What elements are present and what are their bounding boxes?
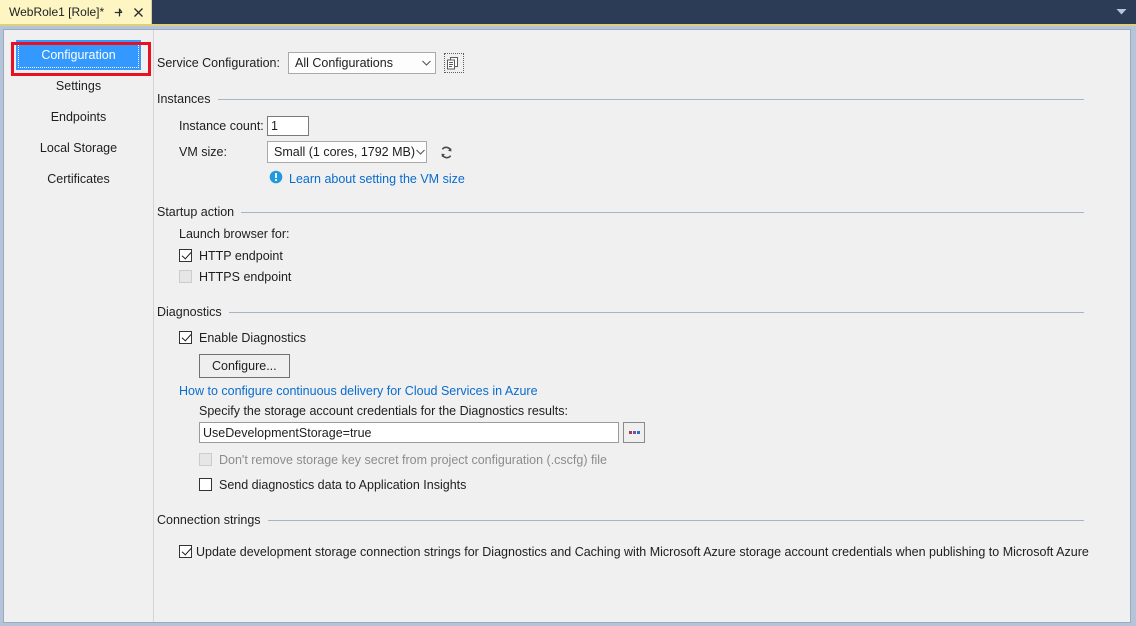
- close-icon[interactable]: [132, 5, 144, 19]
- service-configuration-value: All Configurations: [295, 56, 418, 70]
- window-frame: Configuration Settings Endpoints Local S…: [0, 26, 1136, 626]
- http-endpoint-label: HTTP endpoint: [199, 249, 283, 263]
- title-bar: WebRole1 [Role]*: [0, 0, 1136, 24]
- chevron-down-icon: [415, 149, 426, 155]
- storage-credentials-input[interactable]: UseDevelopmentStorage=true: [199, 422, 619, 443]
- section-title: Instances: [157, 92, 211, 106]
- configure-button-wrap: Configure...: [179, 354, 1130, 378]
- app-insights-label: Send diagnostics data to Application Ins…: [219, 478, 466, 492]
- tab-title: WebRole1 [Role]*: [9, 5, 104, 19]
- dont-remove-key-checkbox[interactable]: [199, 453, 212, 466]
- instance-count-label: Instance count:: [179, 119, 267, 133]
- http-endpoint-checkbox-row[interactable]: HTTP endpoint: [179, 245, 1130, 266]
- section-title: Diagnostics: [157, 305, 222, 319]
- refresh-icon[interactable]: [436, 142, 456, 162]
- ellipsis-dot-icon: [629, 431, 632, 434]
- titlebar-spacer: [152, 0, 1106, 24]
- storage-credentials-value: UseDevelopmentStorage=true: [203, 426, 372, 440]
- section-body: Update development storage connection st…: [157, 527, 1130, 562]
- section-divider: [218, 99, 1084, 100]
- info-exclamation-icon: [269, 170, 283, 187]
- section-divider: [268, 520, 1084, 521]
- storage-credentials-row: UseDevelopmentStorage=true: [199, 422, 1130, 443]
- copy-documents-icon[interactable]: [444, 53, 464, 73]
- section-title: Connection strings: [157, 513, 261, 527]
- launch-browser-label: Launch browser for:: [179, 227, 1130, 241]
- service-configuration-select[interactable]: All Configurations: [288, 52, 436, 74]
- section-startup-action: Startup action Launch browser for: HTTP …: [155, 205, 1130, 287]
- storage-credentials-label: Specify the storage account credentials …: [199, 404, 1130, 418]
- app-insights-checkbox[interactable]: [199, 478, 212, 491]
- section-header: Instances: [157, 92, 1130, 106]
- vm-size-select[interactable]: Small (1 cores, 1792 MB): [267, 141, 427, 163]
- sidebar-item-label: Configuration: [41, 48, 115, 62]
- section-diagnostics: Diagnostics Enable Diagnostics Configure…: [155, 305, 1130, 495]
- enable-diagnostics-checkbox[interactable]: [179, 331, 192, 344]
- section-header: Diagnostics: [157, 305, 1130, 319]
- dont-remove-key-label: Don't remove storage key secret from pro…: [219, 453, 607, 467]
- sidebar: Configuration Settings Endpoints Local S…: [4, 30, 154, 622]
- sidebar-item-label: Endpoints: [51, 110, 107, 124]
- ellipsis-dot-icon: [637, 431, 640, 434]
- sidebar-item-local-storage[interactable]: Local Storage: [16, 133, 141, 163]
- section-header: Startup action: [157, 205, 1130, 219]
- browse-storage-button[interactable]: [623, 422, 645, 443]
- sidebar-item-settings[interactable]: Settings: [16, 71, 141, 101]
- sidebar-item-label: Certificates: [47, 172, 110, 186]
- section-instances: Instances Instance count: 1 VM size: Sma…: [155, 92, 1130, 187]
- sidebar-item-endpoints[interactable]: Endpoints: [16, 102, 141, 132]
- service-configuration-label: Service Configuration:: [157, 56, 280, 70]
- sidebar-item-label: Local Storage: [40, 141, 117, 155]
- continuous-delivery-link[interactable]: How to configure continuous delivery for…: [179, 384, 538, 398]
- section-body: Enable Diagnostics Configure... How to c…: [157, 319, 1130, 495]
- update-connection-strings-checkbox[interactable]: [179, 545, 192, 558]
- designer-content: Configuration Settings Endpoints Local S…: [3, 29, 1131, 623]
- pin-icon[interactable]: [112, 5, 124, 19]
- section-header: Connection strings: [157, 513, 1130, 527]
- chevron-down-icon[interactable]: [1106, 0, 1136, 24]
- https-endpoint-checkbox-row[interactable]: HTTPS endpoint: [179, 266, 1130, 287]
- continuous-delivery-link-wrap: How to configure continuous delivery for…: [179, 384, 1130, 398]
- main-pane: Service Configuration: All Configuration…: [155, 30, 1130, 622]
- dont-remove-key-checkbox-row[interactable]: Don't remove storage key secret from pro…: [199, 449, 1130, 470]
- section-body: Instance count: 1 VM size: Small (1 core…: [157, 106, 1130, 187]
- ellipsis-dot-icon: [633, 431, 636, 434]
- section-body: Launch browser for: HTTP endpoint HTTPS …: [157, 219, 1130, 287]
- vm-size-learn-link[interactable]: Learn about setting the VM size: [289, 172, 465, 186]
- instance-count-row: Instance count: 1: [179, 114, 1130, 138]
- vm-size-label: VM size:: [179, 145, 267, 159]
- document-tab-webrole1[interactable]: WebRole1 [Role]*: [0, 0, 152, 24]
- update-connection-strings-label: Update development storage connection st…: [196, 545, 1089, 559]
- section-title: Startup action: [157, 205, 234, 219]
- https-endpoint-checkbox[interactable]: [179, 270, 192, 283]
- configure-button[interactable]: Configure...: [199, 354, 290, 378]
- update-connection-strings-checkbox-row[interactable]: Update development storage connection st…: [179, 541, 1130, 562]
- storage-credentials-group: Specify the storage account credentials …: [179, 404, 1130, 495]
- vm-size-value: Small (1 cores, 1792 MB): [274, 145, 415, 159]
- service-configuration-row: Service Configuration: All Configuration…: [155, 30, 1130, 74]
- instance-count-input[interactable]: 1: [267, 116, 309, 136]
- vm-size-info-row: Learn about setting the VM size: [179, 170, 1130, 187]
- app-insights-checkbox-row[interactable]: Send diagnostics data to Application Ins…: [199, 474, 1130, 495]
- enable-diagnostics-label: Enable Diagnostics: [199, 331, 306, 345]
- section-divider: [241, 212, 1084, 213]
- instance-count-value: 1: [271, 119, 278, 133]
- sidebar-item-certificates[interactable]: Certificates: [16, 164, 141, 194]
- vm-size-row: VM size: Small (1 cores, 1792 MB): [179, 140, 1130, 164]
- section-connection-strings: Connection strings Update development st…: [155, 513, 1130, 562]
- enable-diagnostics-checkbox-row[interactable]: Enable Diagnostics: [179, 327, 1130, 348]
- http-endpoint-checkbox[interactable]: [179, 249, 192, 262]
- sidebar-item-label: Settings: [56, 79, 101, 93]
- section-divider: [229, 312, 1084, 313]
- https-endpoint-label: HTTPS endpoint: [199, 270, 291, 284]
- chevron-down-icon: [418, 60, 435, 66]
- sidebar-item-configuration[interactable]: Configuration: [16, 40, 141, 70]
